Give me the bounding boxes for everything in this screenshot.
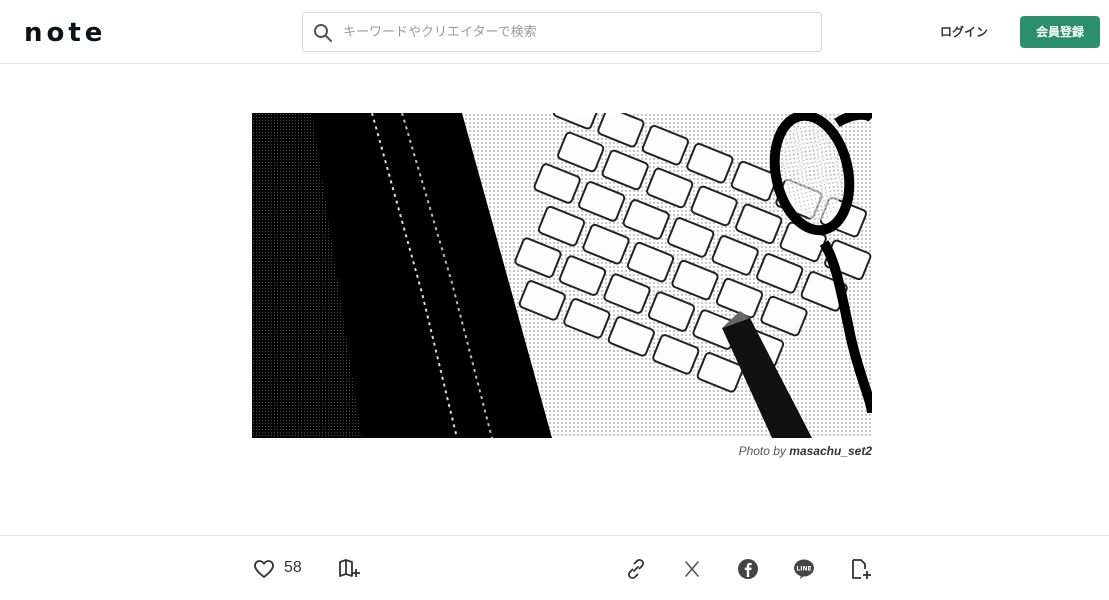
clip-add-icon[interactable] [848,557,872,581]
note-logo[interactable]: note [24,20,124,44]
article-action-bar: 58 LINE [0,535,1109,600]
x-icon[interactable] [680,557,704,581]
photo-credit-author[interactable]: masachu_set2 [789,444,872,458]
photo-credit-prefix: Photo by [738,444,786,458]
svg-text:note: note [24,20,106,44]
magazine-add-icon[interactable] [337,557,361,581]
svg-text:LINE: LINE [796,566,811,573]
search-icon [314,24,332,42]
site-header: note ログイン 会員登録 [0,0,1109,64]
login-button[interactable]: ログイン [930,16,998,48]
like-count[interactable]: 58 [284,559,302,577]
article-eyecatch-image [252,113,872,438]
facebook-icon[interactable] [736,557,760,581]
link-icon[interactable] [624,557,648,581]
line-icon[interactable]: LINE [792,557,816,581]
photo-credit: Photo by masachu_set2 [600,444,872,458]
keyboard-photo [252,113,872,438]
heart-icon[interactable] [252,557,276,581]
signup-button[interactable]: 会員登録 [1020,16,1100,48]
search-input[interactable] [343,13,813,51]
search-box[interactable] [302,12,822,52]
